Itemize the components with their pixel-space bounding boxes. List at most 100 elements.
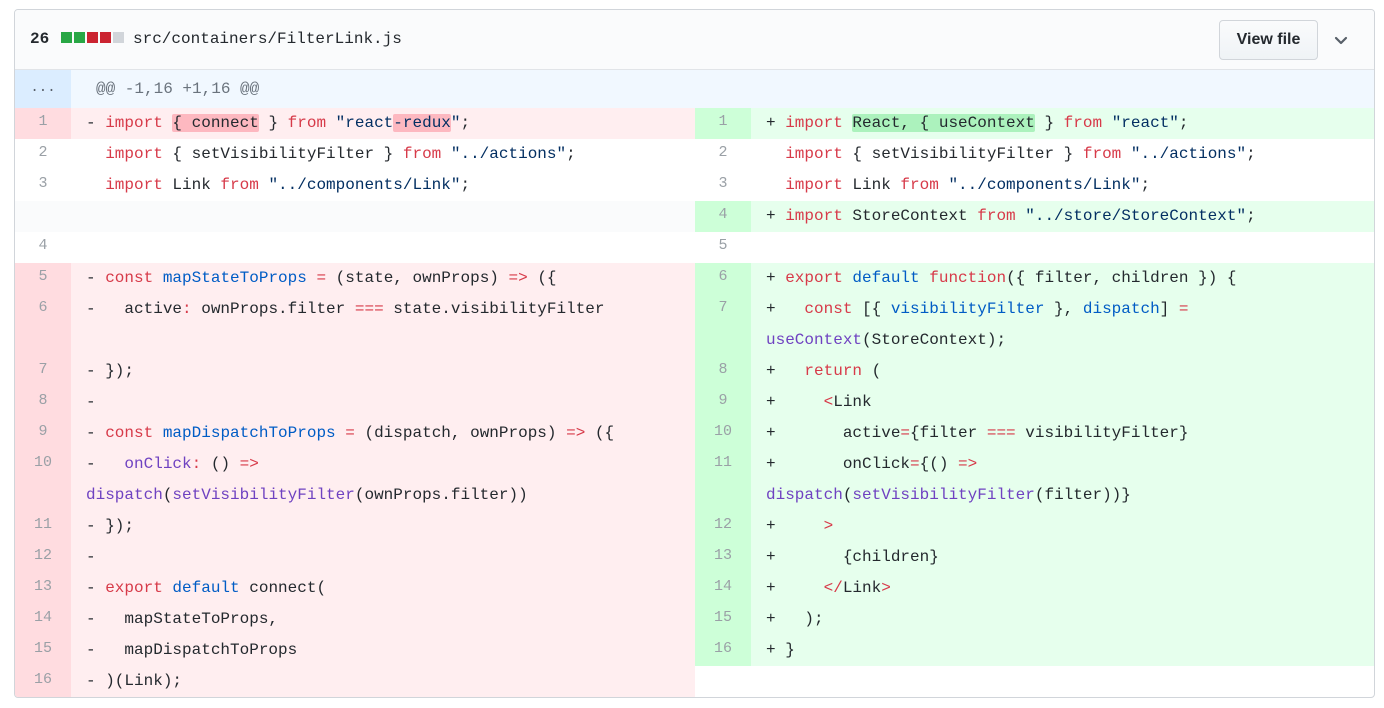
- code-token: ;: [1246, 207, 1256, 225]
- file-path[interactable]: src/containers/FilterLink.js: [133, 29, 402, 49]
- code-line: + </Link>: [751, 573, 1374, 604]
- code-token: ownProps.filter: [191, 300, 355, 318]
- line-number[interactable]: 10: [695, 418, 751, 449]
- view-file-button[interactable]: View file: [1219, 20, 1318, 60]
- code-token: from: [1063, 114, 1103, 132]
- diff-line-right: 10 + active={filter === visibilityFilter}: [695, 418, 1374, 449]
- line-number[interactable]: 8: [15, 387, 71, 418]
- line-number[interactable]: 5: [695, 232, 751, 263]
- code-token: from: [220, 176, 259, 194]
- line-number[interactable]: 3: [15, 170, 71, 201]
- code-line: + active={filter === visibilityFilter}: [751, 418, 1374, 449]
- line-number[interactable]: 16: [695, 635, 751, 666]
- code-line: + >: [751, 511, 1374, 542]
- diff-line-right: 13 + {children}: [695, 542, 1374, 573]
- code-token: ;: [460, 114, 471, 132]
- line-number[interactable]: 5: [15, 263, 71, 294]
- diff-line-right: 7 + const [{ visibilityFilter }, dispatch…: [695, 294, 1374, 356]
- diff-line-right: 5: [695, 232, 1374, 263]
- line-number[interactable]: 11: [695, 449, 751, 511]
- diff-line-left: 9- const mapDispatchToProps = (dispatch,…: [15, 418, 695, 449]
- code-token: Link: [162, 176, 221, 194]
- code-token: function: [929, 269, 1007, 287]
- code-token: }: [258, 114, 288, 132]
- line-number[interactable]: 4: [695, 201, 751, 232]
- line-number[interactable]: 15: [15, 635, 71, 666]
- code-line: -: [71, 542, 695, 573]
- code-line: - const mapDispatchToProps = (dispatch, …: [71, 418, 695, 449]
- code-token: import: [105, 145, 163, 163]
- code-token: React, { useContext: [852, 114, 1035, 132]
- line-number[interactable]: 15: [695, 604, 751, 635]
- code-token: (dispatch, ownProps): [354, 424, 567, 442]
- code-token: - });: [86, 362, 135, 380]
- line-number[interactable]: 1: [695, 108, 751, 139]
- diff-line-left: 4: [15, 232, 695, 263]
- code-line: - export default connect(: [71, 573, 695, 604]
- line-number[interactable]: 2: [15, 139, 71, 170]
- line-number[interactable]: 4: [15, 232, 71, 263]
- diff-line-right: 15 + );: [695, 604, 1374, 635]
- line-number[interactable]: 1: [15, 108, 71, 139]
- line-number[interactable]: 13: [695, 542, 751, 573]
- code-token: setVisibilityFilter: [852, 486, 1035, 504]
- code-line: + return (: [751, 356, 1374, 387]
- line-number[interactable]: 11: [15, 511, 71, 542]
- code-line: + {children}: [751, 542, 1374, 573]
- code-token: - mapDispatchToProps: [86, 641, 298, 659]
- line-number[interactable]: 13: [15, 573, 71, 604]
- code-line: + );: [751, 604, 1374, 635]
- line-number[interactable]: 6: [15, 294, 71, 356]
- line-number[interactable]: 16: [15, 666, 71, 697]
- line-number[interactable]: 14: [695, 573, 751, 604]
- diff-line-right: 16 + }: [695, 635, 1374, 666]
- code-token: [{: [852, 300, 891, 318]
- code-token: + active: [766, 424, 901, 442]
- code-token: :: [191, 455, 202, 473]
- diff-line-left: 5- const mapStateToProps = (state, ownPr…: [15, 263, 695, 294]
- code-line: - const mapStateToProps = (state, ownPro…: [71, 263, 695, 294]
- code-token: (: [162, 486, 173, 504]
- line-number[interactable]: 6: [695, 263, 751, 294]
- line-number[interactable]: 12: [695, 511, 751, 542]
- code-line: - });: [71, 511, 695, 542]
- line-number[interactable]: 9: [15, 418, 71, 449]
- expand-hunk-button[interactable]: ...: [15, 70, 71, 108]
- code-line: [751, 232, 1374, 263]
- code-line: - onClick: () => dispatch(setVisibilityF…: [71, 449, 695, 511]
- code-token: const: [804, 300, 853, 318]
- code-token: =>: [508, 269, 528, 287]
- code-token: ({ filter, children }) {: [1006, 269, 1237, 287]
- code-token: (ownProps.filter)): [354, 486, 528, 504]
- code-token: =>: [566, 424, 586, 442]
- code-line: + import React, { useContext } from "rea…: [751, 108, 1374, 139]
- code-token: ]: [1159, 300, 1179, 318]
- code-token: =: [910, 455, 920, 473]
- diffstat-block: [100, 32, 111, 43]
- line-number[interactable]: 3: [695, 170, 751, 201]
- line-number[interactable]: 7: [695, 294, 751, 356]
- line-number[interactable]: 12: [15, 542, 71, 573]
- diff-line-right: 4 + import StoreContext from "../store/St…: [695, 201, 1374, 232]
- diff-line-right: 3 import Link from "../components/Link";: [695, 170, 1374, 201]
- line-number[interactable]: 7: [15, 356, 71, 387]
- code-token: >: [881, 579, 891, 597]
- diff-line-left: 14 - mapStateToProps,: [15, 604, 695, 635]
- line-number[interactable]: 2: [695, 139, 751, 170]
- code-token: =>: [239, 455, 259, 473]
- chevron-down-icon[interactable]: [1331, 30, 1351, 50]
- line-number[interactable]: 14: [15, 604, 71, 635]
- code-token: ": [450, 114, 461, 132]
- line-number[interactable]: 8: [695, 356, 751, 387]
- code-token: useContext: [766, 331, 863, 349]
- code-token: (state, ownProps): [326, 269, 509, 287]
- line-number[interactable]: 9: [695, 387, 751, 418]
- line-number[interactable]: 10: [15, 449, 71, 511]
